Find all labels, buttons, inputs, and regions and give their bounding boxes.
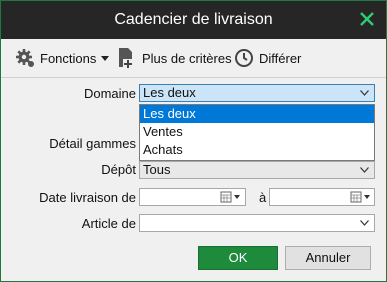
cancel-button[interactable]: Annuler	[285, 246, 371, 270]
calendar-dropdown-icon[interactable]	[220, 191, 242, 203]
article-label: Article de	[81, 216, 136, 231]
toolbar: Fonctions Plus de critères Différer	[1, 39, 386, 78]
date-from-field[interactable]	[139, 188, 246, 206]
dialog-window: Cadencier de livraison Fonctions Plus de…	[0, 0, 387, 282]
close-icon[interactable]	[357, 9, 377, 29]
chevron-down-icon	[360, 167, 369, 173]
clock-icon	[235, 49, 253, 67]
chevron-down-icon	[360, 220, 369, 226]
title-bar: Cadencier de livraison	[1, 1, 386, 39]
date-livraison-label: Date livraison de	[39, 190, 136, 205]
fonctions-label: Fonctions	[40, 50, 97, 66]
date-separator: à	[259, 190, 267, 205]
detail-gammes-label: Détail gammes	[49, 136, 136, 151]
article-select[interactable]	[139, 214, 375, 232]
caret-down-icon	[101, 56, 110, 61]
chevron-down-icon	[360, 90, 369, 96]
depot-value: Tous	[143, 162, 171, 177]
fonctions-button[interactable]: Fonctions	[15, 47, 117, 69]
domaine-value: Les deux	[143, 85, 196, 100]
ok-button[interactable]: OK	[198, 246, 278, 270]
date-to-field[interactable]	[269, 188, 375, 206]
differer-label: Différer	[259, 50, 302, 66]
window-title: Cadencier de livraison	[114, 11, 273, 28]
dropdown-option-achats[interactable]: Achats	[140, 141, 374, 159]
calendar-dropdown-icon[interactable]	[350, 191, 372, 203]
plus-de-criteres-label: Plus de critères	[142, 50, 232, 66]
dropdown-option-les-deux[interactable]: Les deux	[140, 105, 374, 123]
dropdown-option-ventes[interactable]: Ventes	[140, 123, 374, 141]
gear-icon	[16, 49, 34, 67]
document-plus-icon	[119, 48, 133, 69]
domaine-select[interactable]: Les deux	[139, 84, 375, 102]
domaine-dropdown-list: Les deux Ventes Achats	[139, 104, 375, 161]
domaine-label: Domaine	[83, 86, 136, 101]
plus-de-criteres-button[interactable]: Plus de critères	[117, 47, 232, 69]
depot-select[interactable]: Tous	[139, 161, 375, 179]
depot-label: Dépôt	[101, 162, 136, 177]
differer-button[interactable]: Différer	[234, 47, 301, 69]
